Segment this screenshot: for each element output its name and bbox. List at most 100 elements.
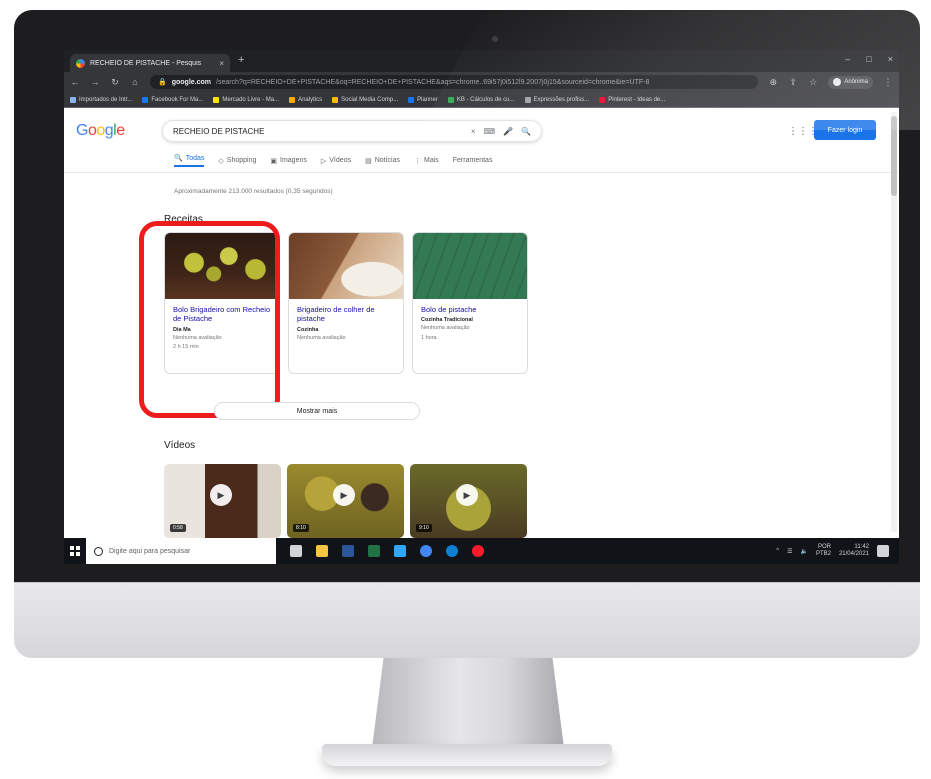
- address-bar[interactable]: 🔒 google.com /search?q=RECHEIO+DE+PISTAC…: [150, 75, 759, 89]
- bookmark-item[interactable]: Social Media Comp...: [332, 96, 398, 103]
- close-window-button[interactable]: ×: [888, 54, 893, 64]
- window-controls: – □ ×: [845, 54, 893, 64]
- bookmark-item[interactable]: Mercado Livre - Ma...: [213, 96, 280, 103]
- volume-icon[interactable]: 🔈: [800, 548, 807, 555]
- page-scrollbar[interactable]: [891, 112, 897, 532]
- recipe-title[interactable]: Brigadeiro de colher de pistache: [289, 299, 403, 324]
- play-icon[interactable]: ▶: [210, 484, 232, 506]
- result-stats: Aproximadamente 213.000 resultados (0,35…: [174, 188, 333, 195]
- new-tab-button[interactable]: +: [238, 54, 244, 66]
- search-tab[interactable]: 🔍 Todas: [174, 154, 205, 167]
- logo-letter: o: [96, 122, 105, 139]
- recipe-time: 1 hora: [421, 335, 437, 342]
- recipe-card[interactable]: Brigadeiro de colher de pistache Cozinha…: [288, 232, 404, 374]
- recipe-title[interactable]: Bolo de pistache: [413, 299, 527, 314]
- show-more-button[interactable]: Mostrar mais: [214, 402, 420, 420]
- bookmark-label: Mercado Livre - Ma...: [222, 96, 280, 103]
- home-icon[interactable]: ⌂: [130, 77, 140, 87]
- search-tabs: 🔍 Todas ◇ Shopping ▣ Imagens ▷ Vídeos ▤ Notícias ⋮…: [174, 154, 492, 167]
- task-view-app-icon[interactable]: [290, 545, 302, 557]
- play-icon[interactable]: ▶: [333, 484, 355, 506]
- chrome-app-icon[interactable]: [420, 545, 432, 557]
- reload-icon[interactable]: ↻: [110, 77, 120, 88]
- network-icon[interactable]: ☰: [787, 548, 792, 555]
- tray-chevron-icon[interactable]: ^: [776, 548, 779, 554]
- opera-app-icon[interactable]: [472, 545, 484, 557]
- share-icon[interactable]: ⇪: [788, 77, 798, 88]
- taskbar-search-box[interactable]: Digite aqui para pesquisar: [86, 538, 276, 564]
- file-explorer-app-icon[interactable]: [316, 545, 328, 557]
- search-tab-icon: 🔍: [174, 155, 183, 162]
- search-tab-label: Vídeos: [329, 157, 352, 164]
- bookmark-favicon-icon: [213, 96, 220, 103]
- scrollbar-thumb[interactable]: [891, 116, 897, 196]
- taskbar-search-placeholder: Digite aqui para pesquisar: [109, 547, 191, 555]
- start-button[interactable]: [64, 538, 86, 564]
- excel-app-icon[interactable]: [368, 545, 380, 557]
- photoshop-app-icon[interactable]: [394, 545, 406, 557]
- google-favicon-icon: [76, 58, 85, 68]
- bookmark-item[interactable]: KB - Cálculos de cu...: [447, 96, 515, 103]
- maximize-button[interactable]: □: [866, 54, 871, 64]
- bookmark-favicon-icon: [70, 96, 76, 103]
- video-card[interactable]: ▶ 9:10: [410, 464, 527, 538]
- logo-letter: e: [116, 122, 125, 139]
- recipe-thumbnail: [289, 233, 403, 299]
- bookmark-item[interactable]: Facebook For Ma...: [142, 96, 203, 103]
- bookmarks-bar: Importados de Intr... Facebook For Ma... M…: [64, 92, 899, 108]
- search-tab[interactable]: ▣ Imagens: [270, 154, 306, 167]
- bookmark-star-icon[interactable]: ☆: [808, 77, 818, 88]
- bookmark-label: Planner: [417, 96, 438, 103]
- bookmark-item[interactable]: Analytics: [289, 96, 322, 103]
- google-logo[interactable]: Google: [76, 122, 125, 140]
- microphone-icon[interactable]: 🎤: [503, 127, 513, 136]
- search-tab-icon: ⋮: [413, 157, 421, 165]
- word-app-icon[interactable]: [342, 545, 354, 557]
- language-indicator[interactable]: POR PTB2: [816, 544, 831, 558]
- bookmark-label: Importados de Intr...: [79, 96, 133, 103]
- bookmark-item[interactable]: Pinterest - Ideas de...: [599, 96, 665, 103]
- lock-icon: 🔒: [158, 79, 167, 86]
- forward-arrow-icon[interactable]: →: [90, 77, 100, 87]
- recipe-card[interactable]: Bolo de pistache Cozinha Tradicional Nen…: [412, 232, 528, 374]
- keyboard-icon[interactable]: ⌨: [484, 127, 496, 136]
- browser-tab-title: RECHEIO DE PISTACHE - Pesquis: [90, 59, 202, 67]
- search-tab[interactable]: ▤ Notícias: [365, 154, 400, 167]
- search-tab[interactable]: ⋮ Mais: [414, 154, 439, 167]
- bookmark-favicon-icon: [524, 96, 531, 103]
- search-tab-icon: ▣: [270, 157, 278, 165]
- bookmark-item[interactable]: Expressões profiss...: [524, 96, 589, 103]
- video-carousel: ▶ 0:58 ▶ 8:10 ▶ 9:10: [164, 464, 527, 538]
- video-card[interactable]: ▶ 8:10: [287, 464, 404, 538]
- search-input[interactable]: RECHEIO DE PISTACHE × ⌨ 🎤 🔍: [162, 120, 542, 142]
- video-card[interactable]: ▶ 0:58: [164, 464, 281, 538]
- bookmark-item[interactable]: Planner: [408, 96, 438, 103]
- search-tab[interactable]: ▷ Vídeos: [321, 154, 351, 167]
- notifications-icon[interactable]: [877, 545, 889, 557]
- videos-heading: Vídeos: [164, 440, 196, 451]
- clock[interactable]: 11:42 21/04/2021: [839, 544, 869, 558]
- browser-tab[interactable]: RECHEIO DE PISTACHE - Pesquis ×: [70, 54, 230, 72]
- tab-strip: RECHEIO DE PISTACHE - Pesquis × + – □ ×: [64, 50, 899, 72]
- search-icon[interactable]: 🔍: [521, 127, 531, 136]
- bookmark-item[interactable]: Importados de Intr...: [70, 96, 133, 103]
- menu-kebab-icon[interactable]: ⋮: [883, 77, 893, 88]
- close-tab-icon[interactable]: ×: [219, 59, 224, 68]
- zoom-icon[interactable]: ⊕: [768, 77, 778, 88]
- recipe-source: Cozinha: [297, 326, 319, 333]
- video-duration: 0:58: [170, 524, 186, 532]
- search-tab[interactable]: ◇ Shopping: [218, 154, 256, 167]
- search-tab[interactable]: Ferramentas: [453, 154, 493, 167]
- bookmark-favicon-icon: [289, 96, 296, 103]
- profile-button[interactable]: Anônima: [828, 75, 873, 89]
- sign-in-button[interactable]: Fazer login: [814, 120, 876, 140]
- bookmark-favicon-icon: [142, 96, 149, 103]
- video-duration: 9:10: [416, 524, 432, 532]
- edge-app-icon[interactable]: [446, 545, 458, 557]
- monitor-bezel: RECHEIO DE PISTACHE - Pesquis × + – □ × …: [14, 10, 920, 582]
- minimize-button[interactable]: –: [845, 54, 850, 64]
- clear-search-icon[interactable]: ×: [471, 127, 476, 136]
- back-arrow-icon[interactable]: ←: [70, 77, 80, 87]
- play-icon[interactable]: ▶: [456, 484, 478, 506]
- recipe-rating: Nenhuma avaliação: [421, 325, 470, 332]
